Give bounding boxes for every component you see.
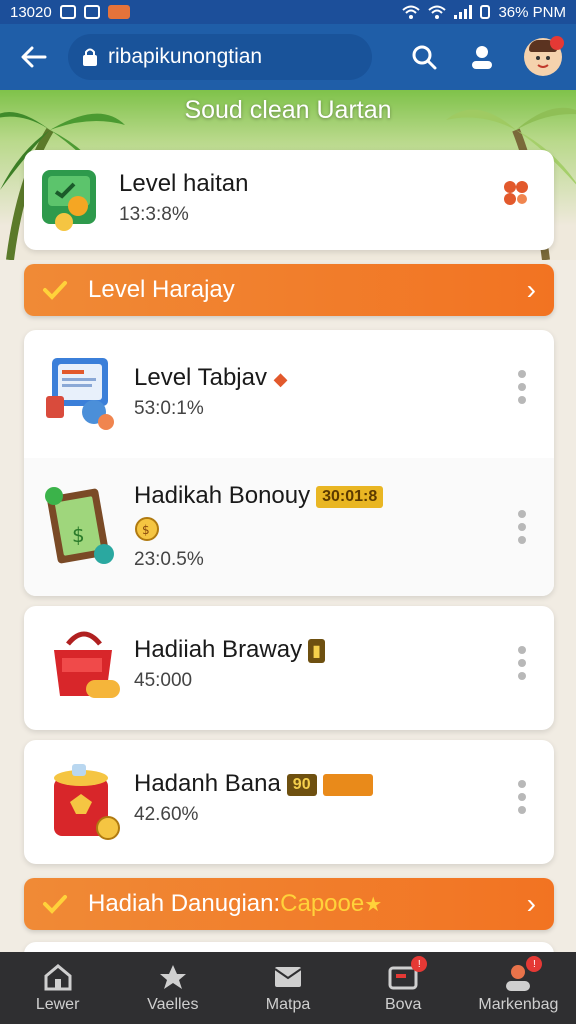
gallery-icon (83, 5, 100, 19)
reward-tag: 90 (286, 773, 317, 796)
nav-label: Matpa (265, 996, 311, 1013)
nav-item-wallet[interactable]: ! Bova (346, 952, 461, 1024)
url-bar[interactable]: ribapikunongtian (68, 34, 372, 80)
nav-item-messages[interactable]: Matpa (230, 952, 345, 1024)
nav-label: Vaelles (147, 996, 199, 1013)
list-item[interactable]: Hadanh Bana 90 42.60% (24, 740, 554, 864)
chevron-right-icon: › (526, 888, 536, 919)
wallet-icon: ! (387, 956, 428, 992)
lock-icon (82, 47, 98, 67)
svg-text:$: $ (72, 523, 85, 547)
user-icon (472, 46, 492, 69)
avatar-notification-badge (550, 36, 564, 50)
coin-icon: $ (134, 516, 383, 547)
hadiah-danugian-highlight: Capooe (280, 890, 365, 917)
gift-jar-icon (54, 764, 120, 840)
list-item[interactable]: $ Hadikah Bonouy 30:01:8 $ 23:0.5% (24, 458, 554, 596)
reward-value: 42.60% (134, 804, 199, 825)
list-item[interactable]: Level Tabjav ◆ 53:0:1% (24, 330, 554, 458)
svg-text:$: $ (142, 523, 150, 537)
clover-icon (504, 181, 528, 205)
signal-icon (454, 5, 473, 19)
reward-title: Level Tabjav ◆ (134, 364, 288, 391)
avatar[interactable] (524, 36, 564, 76)
hadiah-danugian-label: Hadiah Danugian: (88, 890, 281, 917)
red-bag-icon (54, 631, 120, 698)
search-button[interactable] (408, 41, 440, 73)
wifi-icon-2 (428, 5, 447, 19)
nav-item-home[interactable]: Lewer (0, 952, 115, 1024)
back-arrow-icon (21, 46, 47, 68)
reward-title: Hadikah Bonouy 30:01:8 (134, 482, 384, 510)
star-icon (157, 962, 189, 992)
level-harajay-label: Level Harajay (88, 276, 235, 303)
reward-value: 45:000 (134, 670, 193, 691)
reward-value: 23:0.5% (134, 549, 204, 570)
reward-value: 53:0:1% (134, 398, 204, 419)
status-bar: 13020 36% PNM (0, 0, 576, 24)
nav-label: Lewer (35, 996, 80, 1013)
profile-icon: ! (502, 956, 543, 992)
more-options-button[interactable] (510, 510, 534, 544)
more-options-button[interactable] (510, 780, 534, 814)
more-options-button[interactable] (510, 646, 534, 680)
app-notification-icon (107, 5, 130, 19)
reward-group-card: Level Tabjav ◆ 53:0:1% $ Hadikah Bonouy 3… (24, 330, 554, 596)
reward-tag: 30:01:8 (316, 485, 384, 508)
browser-toolbar: ribapikunongtian (0, 24, 576, 90)
notification-icon (59, 5, 76, 19)
level-card-title: Level haitan (119, 170, 249, 197)
reward-title: Hadanh Bana 90 (134, 770, 373, 798)
nav-item-profile[interactable]: ! Markenbag (461, 952, 576, 1024)
mail-icon (272, 962, 304, 992)
battery-icon (480, 5, 491, 19)
status-battery: 36% PNM (498, 3, 566, 21)
bottom-navigation: Lewer Vaelles Matpa ! Bova ! Markenbag (0, 952, 576, 1024)
star-icon: ★ (364, 893, 383, 916)
notification-badge: ! (411, 956, 428, 972)
chevron-right-icon: › (526, 274, 536, 305)
wifi-icon (402, 5, 421, 19)
reward-tag-icon: ▮ (308, 638, 325, 663)
hadiah-danugian-banner[interactable]: Hadiah Danugian: Capooe ★ › (24, 878, 554, 930)
level-card[interactable]: Level haitan 13:3:8% (24, 150, 554, 250)
check-icon (43, 281, 67, 300)
search-icon (412, 45, 437, 70)
nav-label: Markenbag (478, 996, 559, 1013)
document-stack-icon (46, 358, 114, 430)
back-button[interactable] (14, 37, 54, 77)
url-text: ribapikunongtian (108, 45, 263, 68)
level-harajay-banner[interactable]: Level Harajay › (24, 264, 554, 316)
notification-badge: ! (526, 956, 543, 972)
account-button[interactable] (466, 41, 498, 73)
banner-title: Soud clean Uartan (184, 96, 392, 124)
home-icon (42, 962, 74, 992)
list-item[interactable]: Hadiiah Braway ▮ 45:000 (24, 606, 554, 730)
nav-item-favorites[interactable]: Vaelles (115, 952, 230, 1024)
reward-title: Hadiiah Braway ▮ (134, 636, 325, 664)
level-badge-icon (42, 170, 96, 231)
check-icon (43, 895, 67, 914)
nav-label: Bova (384, 996, 422, 1013)
reward-stripe-icon (322, 773, 373, 796)
more-options-button[interactable] (510, 370, 534, 404)
level-card-value: 13:3:8% (119, 204, 189, 225)
status-time: 13020 (10, 3, 52, 21)
bonus-certificate-icon: $ (45, 487, 114, 564)
